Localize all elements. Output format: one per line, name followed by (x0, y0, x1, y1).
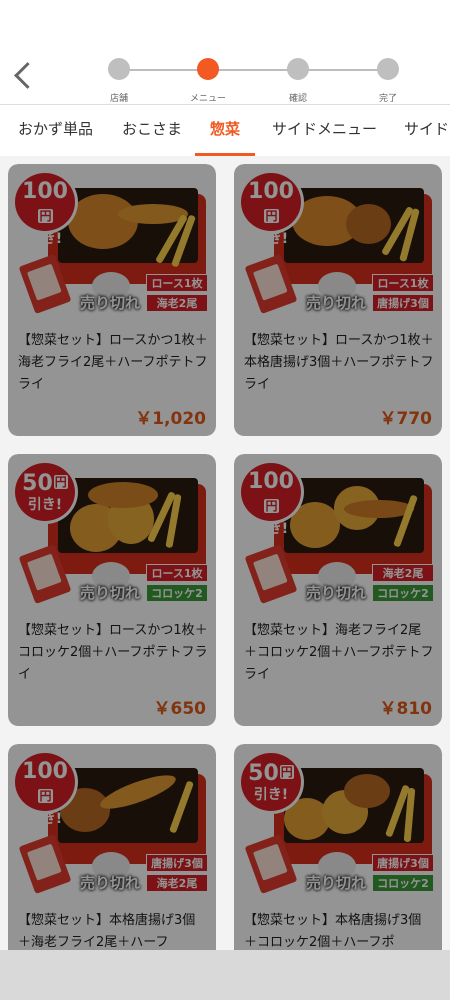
content-tag: 唐揚げ3個 (146, 854, 208, 872)
product-card[interactable]: 50 円 引き! ロース1枚 コロッケ2個 売り切れ 【惣菜セット】ロースかつ1枚… (8, 454, 216, 726)
step-label: 確認 (288, 94, 307, 104)
tab-okazu-tanpin[interactable]: おかず単品 (18, 105, 93, 157)
content-tag: 海老2尾 (146, 874, 208, 892)
header: 店舗 メニュー 確認 完了 (0, 0, 450, 104)
product-title: 【惣菜セット】本格唐揚げ3個＋コロッケ2個＋ハーフポ (244, 913, 422, 950)
content-tag: 海老2尾 (146, 294, 208, 312)
step-label: 店舗 (109, 94, 128, 104)
bottom-bar (0, 950, 450, 1000)
order-stepper: 店舗 メニュー 確認 完了 (0, 58, 450, 104)
product-title: 【惣菜セット】ロースかつ1枚＋海老フライ2尾＋ハーフポテトフライ (18, 333, 208, 392)
discount-badge: 100円 引き! (12, 750, 78, 827)
step-dot-confirm (287, 58, 309, 80)
product-card[interactable]: 100円 引き! ロース1枚 唐揚げ3個 売り切れ 【惣菜セット】ロースかつ1枚… (234, 164, 442, 436)
discount-badge: 50 円 引き! (238, 750, 304, 814)
stepper-line (300, 69, 388, 71)
content-tag: ロース1枚 (146, 564, 208, 582)
sold-out-label: 売り切れ (80, 294, 141, 312)
product-title: 【惣菜セット】ロースかつ1枚＋コロッケ2個＋ハーフポテトフライ (18, 623, 208, 682)
product-card[interactable]: 100円 引き! 海老2尾 コロッケ2個 売り切れ 【惣菜セット】海老フライ2尾… (234, 454, 442, 726)
step-dot-store (108, 58, 130, 80)
product-card[interactable]: 100円 引き! ロース1枚 海老2尾 売り切れ 【惣菜セット】ロースかつ1枚＋… (8, 164, 216, 436)
stepper-line (210, 69, 298, 71)
tab-souzai[interactable]: 惣菜 (210, 105, 240, 157)
product-price: ￥810 (379, 699, 433, 719)
product-card[interactable]: 50 円 引き! 唐揚げ3個 コロッケ2個 売り切れ 【惣菜セット】本格唐揚げ3個… (234, 744, 442, 950)
content-tag: 海老2尾 (372, 564, 434, 582)
content-tag: 唐揚げ3個 (372, 854, 434, 872)
content-tag: コロッケ2個 (146, 584, 208, 618)
step-dot-menu (197, 58, 219, 80)
content-tag: コロッケ2個 (372, 584, 434, 618)
tab-side[interactable]: サイド (404, 105, 449, 157)
step-dot-complete (377, 58, 399, 80)
content-tag: ロース1枚 (146, 274, 208, 292)
sold-out-label: 売り切れ (306, 874, 367, 892)
tab-side-menu[interactable]: サイドメニュー (272, 105, 377, 157)
content-tag: コロッケ2個 (372, 874, 434, 908)
discount-badge: 100円 引き! (238, 460, 304, 537)
step-label: 完了 (378, 94, 397, 104)
product-grid: 100円 引き! ロース1枚 海老2尾 売り切れ 【惣菜セット】ロースかつ1枚＋… (0, 156, 450, 950)
product-title: 【惣菜セット】ロースかつ1枚＋本格唐揚げ3個＋ハーフポテトフライ (244, 333, 434, 392)
discount-badge: 100円 引き! (12, 170, 78, 247)
product-title: 【惣菜セット】本格唐揚げ3個＋海老フライ2尾＋ハーフ (18, 913, 196, 950)
product-price: ￥770 (379, 409, 433, 429)
sold-out-label: 売り切れ (80, 874, 141, 892)
tab-okosama[interactable]: おこさま (122, 105, 182, 157)
product-title: 【惣菜セット】海老フライ2尾＋コロッケ2個＋ハーフポテトフライ (244, 623, 434, 682)
step-label: メニュー (189, 94, 226, 104)
sold-out-label: 売り切れ (80, 584, 141, 602)
discount-badge: 100円 引き! (238, 170, 304, 247)
sold-out-label: 売り切れ (306, 584, 367, 602)
stepper-line (120, 69, 208, 71)
product-price: ￥1,020 (135, 409, 206, 429)
content-tag: 唐揚げ3個 (372, 294, 434, 312)
category-tabs: おかず単品 おこさま 惣菜 サイドメニュー サイド (0, 104, 450, 156)
product-card[interactable]: 100円 引き! 唐揚げ3個 海老2尾 売り切れ 【惣菜セット】本格唐揚げ3個＋… (8, 744, 216, 950)
product-price: ￥650 (153, 699, 207, 719)
content-tag: ロース1枚 (372, 274, 434, 292)
sold-out-label: 売り切れ (306, 294, 367, 312)
discount-badge: 50 円 引き! (12, 460, 78, 524)
